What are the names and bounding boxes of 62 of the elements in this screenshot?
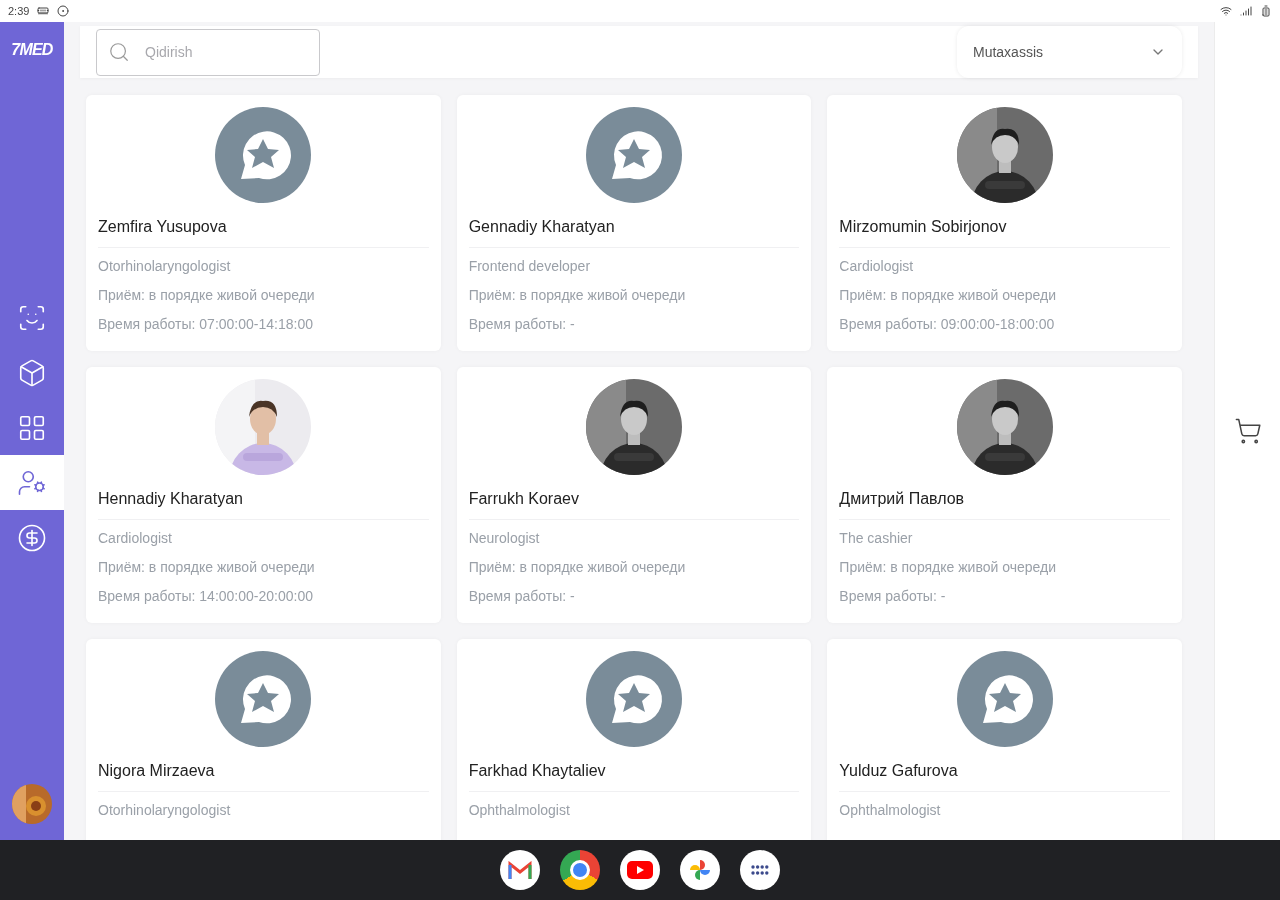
working-hours: Время работы: - — [839, 587, 947, 606]
working-hours: Время работы: 14:00:00-20:00:00 — [98, 587, 314, 606]
doctor-name: Zemfira Yusupova — [98, 217, 228, 237]
reception-info: Приём: в порядке живой очереди — [98, 286, 316, 305]
doctor-name: Gennadiy Kharatyan — [468, 217, 616, 237]
doctor-specialty: Cardiologist — [839, 257, 915, 276]
reception-info: Приём: в порядке живой очереди — [468, 286, 687, 305]
doctor-specialty: Otorhinolaryngologist — [98, 257, 232, 276]
cube-icon — [17, 357, 47, 388]
doctor-name: Nigora Mirzaeva — [98, 761, 216, 781]
doctor-specialty: Frontend developer — [468, 257, 592, 276]
doctor-card[interactable]: Дмитрий Павлов The cashier Приём: в порядке живой очереди Время работы: - — [827, 367, 1182, 623]
avatar-placeholder-icon — [586, 651, 682, 747]
search-icon — [108, 40, 130, 63]
doctor-card[interactable]: Gennadiy Kharatyan Frontend developer Приём: в порядке живой очереди Время работы: - — [456, 95, 812, 351]
doctor-specialty: Ophthalmologist — [468, 801, 571, 820]
search-field[interactable]: Qidirish — [96, 28, 320, 76]
doctor-name: Farrukh Koraev — [468, 489, 580, 509]
doctor-name: Farkhad Khaytaliev — [468, 761, 607, 781]
working-hours: Время работы: 07:00:00-14:18:00 — [98, 315, 314, 334]
wifi-icon — [1220, 5, 1232, 17]
doctor-name: Hennadiy Kharatyan — [98, 489, 244, 509]
dollar-icon — [17, 522, 47, 553]
doctor-card[interactable]: Farkhad Khaytaliev Ophthalmologist — [456, 639, 812, 840]
doctor-specialty: Neurologist — [468, 529, 541, 548]
doctor-card[interactable]: Zemfira Yusupova Otorhinolaryngologist Приём: в порядке живой очереди Время работы: 07:00:00-14:18:00 — [86, 95, 441, 351]
doctor-card[interactable]: Yulduz Gafurova Ophthalmologist — [827, 639, 1182, 840]
sidebar-item[interactable] — [0, 455, 64, 510]
doctor-name: Yulduz Gafurova — [839, 761, 959, 781]
reception-info: Приём: в порядке живой очереди — [468, 558, 687, 577]
signal-icon — [1240, 5, 1252, 17]
doctor-card[interactable]: Nigora Mirzaeva Otorhinolaryngologist — [86, 639, 441, 840]
reception-info: Приём: в порядке живой очереди — [98, 558, 316, 577]
mail-app-icon[interactable] — [500, 850, 540, 890]
doctor-specialty: Cardiologist — [98, 529, 173, 548]
cart-icon[interactable] — [1233, 417, 1262, 445]
avatar-placeholder-icon — [956, 651, 1053, 747]
browser-app-icon[interactable] — [560, 850, 600, 890]
pinwheel-app-icon[interactable] — [680, 850, 720, 890]
app-logo: 7MED — [11, 40, 53, 60]
reception-info: Приём: в порядке живой очереди — [839, 286, 1057, 305]
avatar-placeholder-icon — [215, 651, 312, 747]
doctor-name: Дмитрий Павлов — [839, 489, 966, 509]
battery-icon — [1260, 5, 1272, 17]
working-hours: Время работы: - — [468, 587, 576, 606]
doctor-card[interactable]: Farrukh Koraev Neurologist Приём: в порядке живой очереди Время работы: - — [456, 367, 812, 623]
doctor-specialty: Otorhinolaryngologist — [98, 801, 232, 820]
notification-icon — [57, 5, 70, 17]
working-hours: Время работы: - — [468, 315, 576, 334]
doctor-card[interactable]: Mirzomumin Sobirjonov Cardiologist Приём: в порядке живой очереди Время работы: 09:00:00-18:00:00 — [827, 95, 1182, 351]
avatar-placeholder-icon — [215, 107, 312, 203]
apps-grid-icon[interactable] — [740, 850, 780, 890]
reception-info: Приём: в порядке живой очереди — [839, 558, 1057, 577]
avatar-placeholder-icon — [586, 107, 682, 203]
doctor-card[interactable]: Hennadiy Kharatyan Cardiologist Приём: в порядке живой очереди Время работы: 14:00:00-20:00:00 — [86, 367, 441, 623]
doctor-name: Mirzomumin Sobirjonov — [839, 217, 1008, 237]
working-hours: Время работы: 09:00:00-18:00:00 — [839, 315, 1056, 334]
specialty-dropdown[interactable]: Mutaxassis — [957, 26, 1182, 78]
video-app-icon[interactable] — [620, 850, 660, 890]
status-time: 2:39 — [8, 3, 30, 19]
doctor-specialty: The cashier — [839, 529, 914, 548]
doctor-specialty: Ophthalmologist — [839, 801, 942, 820]
